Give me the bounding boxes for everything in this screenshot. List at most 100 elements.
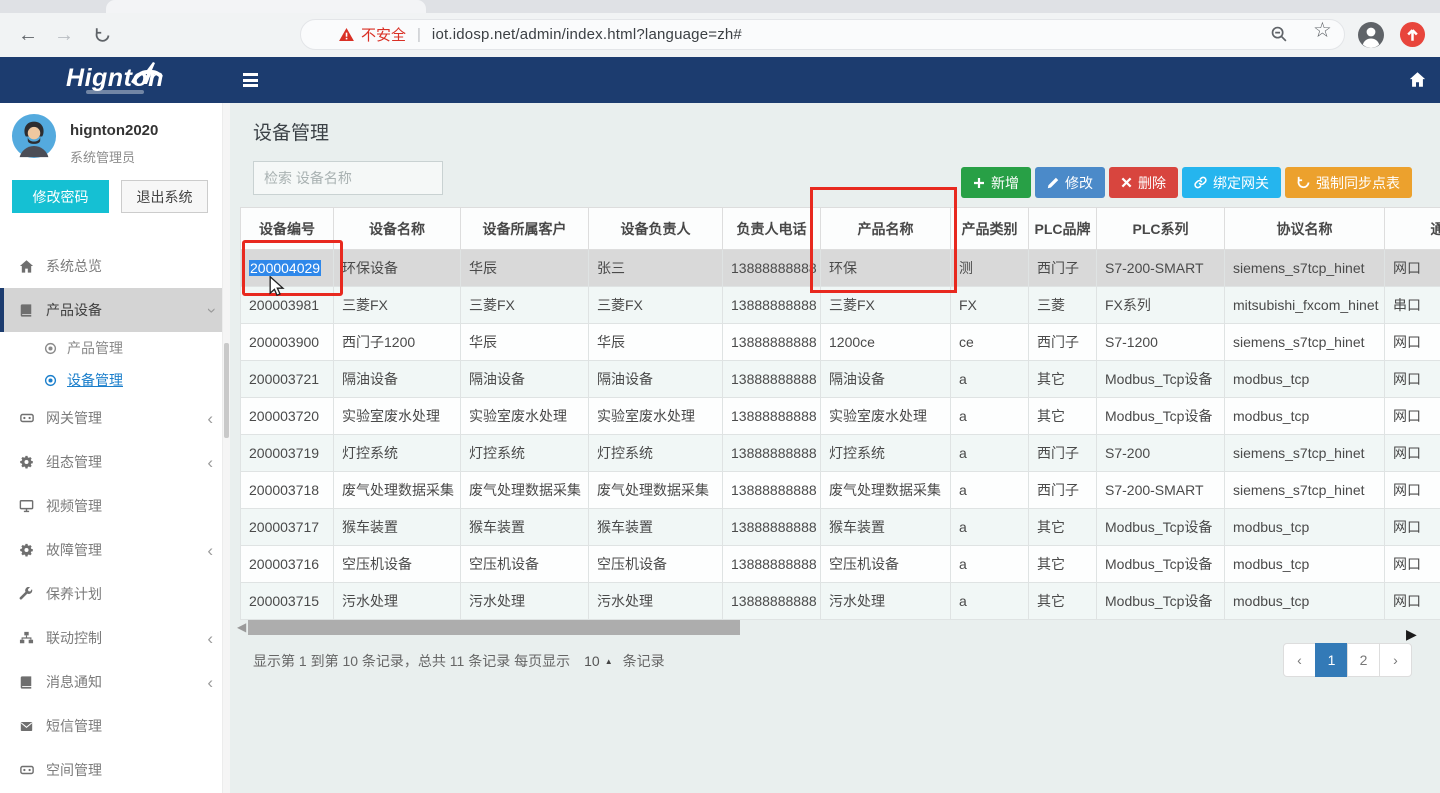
table-cell: 张三 — [589, 250, 723, 287]
table-cell: 猴车装置 — [461, 509, 589, 546]
column-header[interactable]: 协议名称 — [1225, 208, 1385, 250]
column-header[interactable]: 设备负责人 — [589, 208, 723, 250]
hscroll-left-arrow-icon[interactable]: ◀ — [237, 620, 246, 634]
table-cell: 200003981 — [241, 287, 334, 324]
column-header[interactable]: 通讯 — [1385, 208, 1440, 250]
column-header[interactable]: 产品类别 — [951, 208, 1029, 250]
table-cell: 猴车装置 — [589, 509, 723, 546]
table-cell: 三菱 — [1029, 287, 1097, 324]
page-size-dropdown[interactable]: 10 ▲ — [584, 653, 613, 669]
table-row[interactable]: 200004029环保设备华辰张三13888888888环保测西门子S7-200… — [241, 250, 1440, 287]
profile-icon[interactable] — [1357, 21, 1385, 54]
gears-icon — [19, 455, 46, 469]
sidebar-item-label: 视频管理 — [46, 496, 102, 516]
browser-tab[interactable] — [106, 0, 426, 13]
table-row[interactable]: 200003716空压机设备空压机设备空压机设备13888888888空压机设备… — [241, 546, 1440, 583]
table-cell: siemens_s7tcp_hinet — [1225, 472, 1385, 509]
home-icon[interactable] — [1409, 71, 1426, 93]
change-password-button[interactable]: 修改密码 — [12, 180, 109, 213]
column-header[interactable]: 设备编号 — [241, 208, 334, 250]
link-button[interactable]: 绑定网关 — [1182, 167, 1281, 198]
sidebar-item[interactable]: 网关管理‹ — [0, 396, 230, 440]
address-bar[interactable]: 不安全 | iot.idosp.net/admin/index.html?lan… — [300, 19, 1345, 50]
sidebar-item[interactable]: 空间管理 — [0, 748, 230, 792]
table-row[interactable]: 200003717猴车装置猴车装置猴车装置13888888888猴车装置a其它M… — [241, 509, 1440, 546]
update-icon[interactable] — [1399, 21, 1426, 53]
column-header[interactable]: PLC品牌 — [1029, 208, 1097, 250]
sidebar-item[interactable]: 故障管理‹ — [0, 528, 230, 572]
sidebar-subitem[interactable]: 设备管理 — [0, 364, 230, 396]
table-row[interactable]: 200003900西门子1200华辰华辰138888888881200cece西… — [241, 324, 1440, 361]
sidebar-item[interactable]: 组态管理‹ — [0, 440, 230, 484]
table-cell: 网口 — [1385, 324, 1440, 361]
back-arrow-icon[interactable]: ← — [12, 13, 44, 57]
sidebar-item[interactable]: 产品设备‹ — [0, 288, 230, 332]
table-cell: 隔油设备 — [461, 361, 589, 398]
table-cell: 测 — [951, 250, 1029, 287]
table-row[interactable]: 200003718废气处理数据采集废气处理数据采集废气处理数据采集1388888… — [241, 472, 1440, 509]
table-cell: Modbus_Tcp设备 — [1097, 509, 1225, 546]
page-prev-button[interactable]: ‹ — [1283, 643, 1316, 677]
table-cell: 13888888888 — [723, 250, 821, 287]
hscroll-thumb[interactable] — [248, 620, 740, 635]
sidebar-item[interactable]: 系统总览 — [0, 244, 230, 288]
table-cell: 灯控系统 — [821, 435, 951, 472]
refresh-button[interactable]: 强制同步点表 — [1285, 167, 1412, 198]
table-cell: a — [951, 398, 1029, 435]
table-cell: 灯控系统 — [334, 435, 461, 472]
book-icon — [19, 303, 46, 318]
x-button[interactable]: 删除 — [1109, 167, 1178, 198]
reload-icon[interactable] — [86, 13, 118, 57]
sidebar-item[interactable]: 保养计划 — [0, 572, 230, 616]
table-cell: 200003720 — [241, 398, 334, 435]
column-header[interactable]: 设备名称 — [334, 208, 461, 250]
pencil-button[interactable]: 修改 — [1035, 167, 1105, 198]
menu-hamburger-icon[interactable] — [243, 73, 258, 90]
sidebar-item-label: 消息通知 — [46, 672, 102, 692]
table-cell: 网口 — [1385, 546, 1440, 583]
table-row[interactable]: 200003981三菱FX三菱FX三菱FX13888888888三菱FXFX三菱… — [241, 287, 1440, 324]
logout-button[interactable]: 退出系统 — [121, 180, 208, 213]
table-row[interactable]: 200003719灯控系统灯控系统灯控系统13888888888灯控系统a西门子… — [241, 435, 1440, 472]
sidebar-item[interactable]: 消息通知‹ — [0, 660, 230, 704]
bookmark-star-icon[interactable]: ☆ — [1313, 18, 1332, 43]
table-cell: 网口 — [1385, 250, 1440, 287]
table-cell: FX — [951, 287, 1029, 324]
sidebar-item[interactable]: 短信管理 — [0, 704, 230, 748]
table-cell: 三菱FX — [821, 287, 951, 324]
avatar — [11, 113, 57, 166]
table-cell: 隔油设备 — [821, 361, 951, 398]
deer-logo-icon — [126, 58, 168, 89]
column-header[interactable]: 负责人电话 — [723, 208, 821, 250]
chevron-left-icon: ‹ — [207, 410, 213, 427]
table-cell: 灯控系统 — [461, 435, 589, 472]
dot-circle-icon — [44, 342, 67, 355]
column-header[interactable]: PLC系列 — [1097, 208, 1225, 250]
column-header[interactable]: 设备所属客户 — [461, 208, 589, 250]
page-number-button[interactable]: 1 — [1315, 643, 1348, 677]
hscroll-right-arrow-icon[interactable]: ▶ — [1406, 626, 1417, 643]
page-number-button[interactable]: 2 — [1347, 643, 1380, 677]
table-row[interactable]: 200003715污水处理污水处理污水处理13888888888污水处理a其它M… — [241, 583, 1440, 620]
url-text: iot.idosp.net/admin/index.html?language=… — [432, 26, 742, 43]
table-cell: 网口 — [1385, 509, 1440, 546]
sidebar-scrollbar-thumb[interactable] — [224, 343, 229, 438]
column-header[interactable]: 产品名称 — [821, 208, 951, 250]
table-row[interactable]: 200003721隔油设备隔油设备隔油设备13888888888隔油设备a其它M… — [241, 361, 1440, 398]
wrench-icon — [19, 587, 46, 601]
table-cell: modbus_tcp — [1225, 583, 1385, 620]
table-cell: modbus_tcp — [1225, 398, 1385, 435]
toolbar-button-label: 修改 — [1065, 173, 1093, 193]
table-cell: 网口 — [1385, 398, 1440, 435]
page-title: 设备管理 — [253, 118, 329, 145]
plus-button[interactable]: 新增 — [961, 167, 1031, 198]
sidebar-item[interactable]: 视频管理 — [0, 484, 230, 528]
zoom-out-icon[interactable] — [1270, 25, 1288, 48]
forward-arrow-icon[interactable]: → — [48, 13, 80, 57]
sidebar-subitem[interactable]: 产品管理 — [0, 332, 230, 364]
screen: ← → 不安全 | iot.idosp.net/admin/index.html… — [0, 0, 1440, 793]
sidebar-item[interactable]: 联动控制‹ — [0, 616, 230, 660]
page-next-button[interactable]: › — [1379, 643, 1412, 677]
search-input[interactable] — [253, 161, 443, 195]
table-row[interactable]: 200003720实验室废水处理实验室废水处理实验室废水处理1388888888… — [241, 398, 1440, 435]
